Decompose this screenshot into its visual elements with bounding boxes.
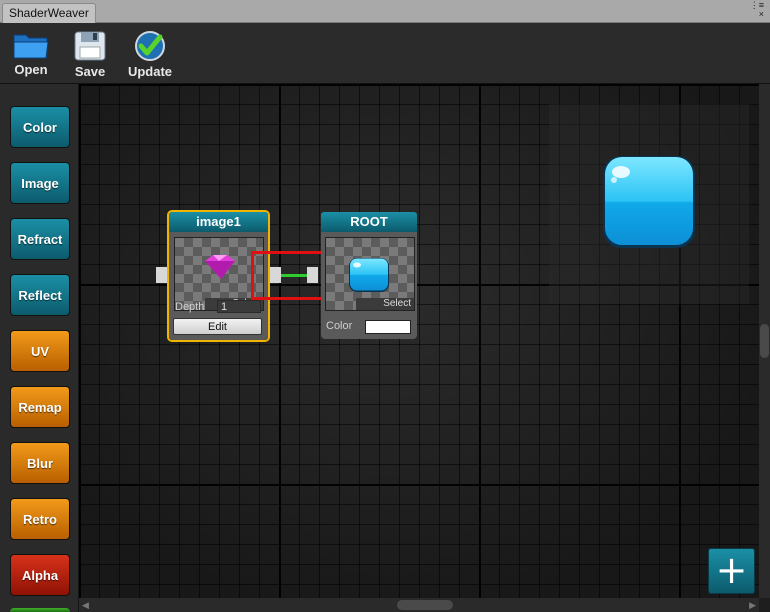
palette-button-partial[interactable] bbox=[10, 608, 70, 612]
toolbar: Open Save Update bbox=[0, 23, 770, 84]
floppy-disk-icon bbox=[74, 31, 106, 61]
open-label: Open bbox=[14, 62, 48, 77]
root-node-thumbnail: Select bbox=[325, 237, 415, 311]
palette-button-color[interactable]: Color bbox=[10, 106, 70, 148]
horizontal-scrollbar[interactable]: ◀ ▶ bbox=[79, 598, 759, 612]
image1-depth-label: Depth bbox=[175, 301, 205, 313]
image1-edit-button[interactable]: Edit bbox=[173, 318, 262, 335]
root-color-swatch[interactable] bbox=[365, 320, 411, 334]
image1-node-title[interactable]: image1 bbox=[169, 212, 268, 232]
palette-button-refract[interactable]: Refract bbox=[10, 218, 70, 260]
window-close-icon[interactable]: × bbox=[750, 10, 764, 19]
palette-button-retro[interactable]: Retro bbox=[10, 498, 70, 540]
node-graph-canvas[interactable]: image1 Select Depth 1 Edit ROOT bbox=[79, 84, 759, 598]
palette-button-blur[interactable]: Blur bbox=[10, 442, 70, 484]
gem-icon bbox=[205, 255, 235, 279]
window-controls: ⋮≡ × bbox=[750, 1, 764, 19]
folder-icon bbox=[13, 34, 49, 59]
palette-button-reflect[interactable]: Reflect bbox=[10, 274, 70, 316]
save-label: Save bbox=[74, 64, 106, 79]
update-button[interactable]: Update bbox=[122, 27, 178, 81]
scroll-left-arrow-icon[interactable]: ◀ bbox=[82, 600, 89, 611]
horizontal-scroll-thumb[interactable] bbox=[397, 600, 453, 610]
image1-input-port[interactable] bbox=[156, 267, 167, 283]
palette-button-remap[interactable]: Remap bbox=[10, 386, 70, 428]
root-node[interactable]: ROOT Select Color bbox=[321, 212, 417, 339]
root-node-title[interactable]: ROOT bbox=[321, 212, 417, 232]
window-tab-shaderweaver[interactable]: ShaderWeaver bbox=[2, 3, 96, 23]
open-button[interactable]: Open bbox=[4, 27, 58, 81]
root-select-button[interactable]: Select bbox=[356, 298, 414, 310]
image1-depth-field[interactable]: 1 bbox=[217, 300, 261, 313]
root-preview-image bbox=[349, 258, 389, 292]
preview-button-image bbox=[603, 156, 695, 248]
update-label: Update bbox=[127, 64, 173, 79]
node-palette-sidebar: Color Image Refract Reflect UV Remap Blu… bbox=[0, 84, 79, 612]
root-color-label: Color bbox=[326, 320, 353, 332]
vertical-scroll-thumb[interactable] bbox=[760, 324, 769, 358]
window-tab-bar: ShaderWeaver ⋮≡ × bbox=[0, 0, 770, 23]
palette-button-uv[interactable]: UV bbox=[10, 330, 70, 372]
vertical-scrollbar[interactable] bbox=[759, 84, 770, 598]
scroll-right-arrow-icon[interactable]: ▶ bbox=[749, 600, 756, 611]
add-node-button[interactable]: + bbox=[708, 548, 755, 594]
palette-button-image[interactable]: Image bbox=[10, 162, 70, 204]
palette-button-alpha[interactable]: Alpha bbox=[10, 554, 70, 596]
save-button[interactable]: Save bbox=[63, 27, 117, 81]
checkmark-icon bbox=[135, 31, 165, 61]
